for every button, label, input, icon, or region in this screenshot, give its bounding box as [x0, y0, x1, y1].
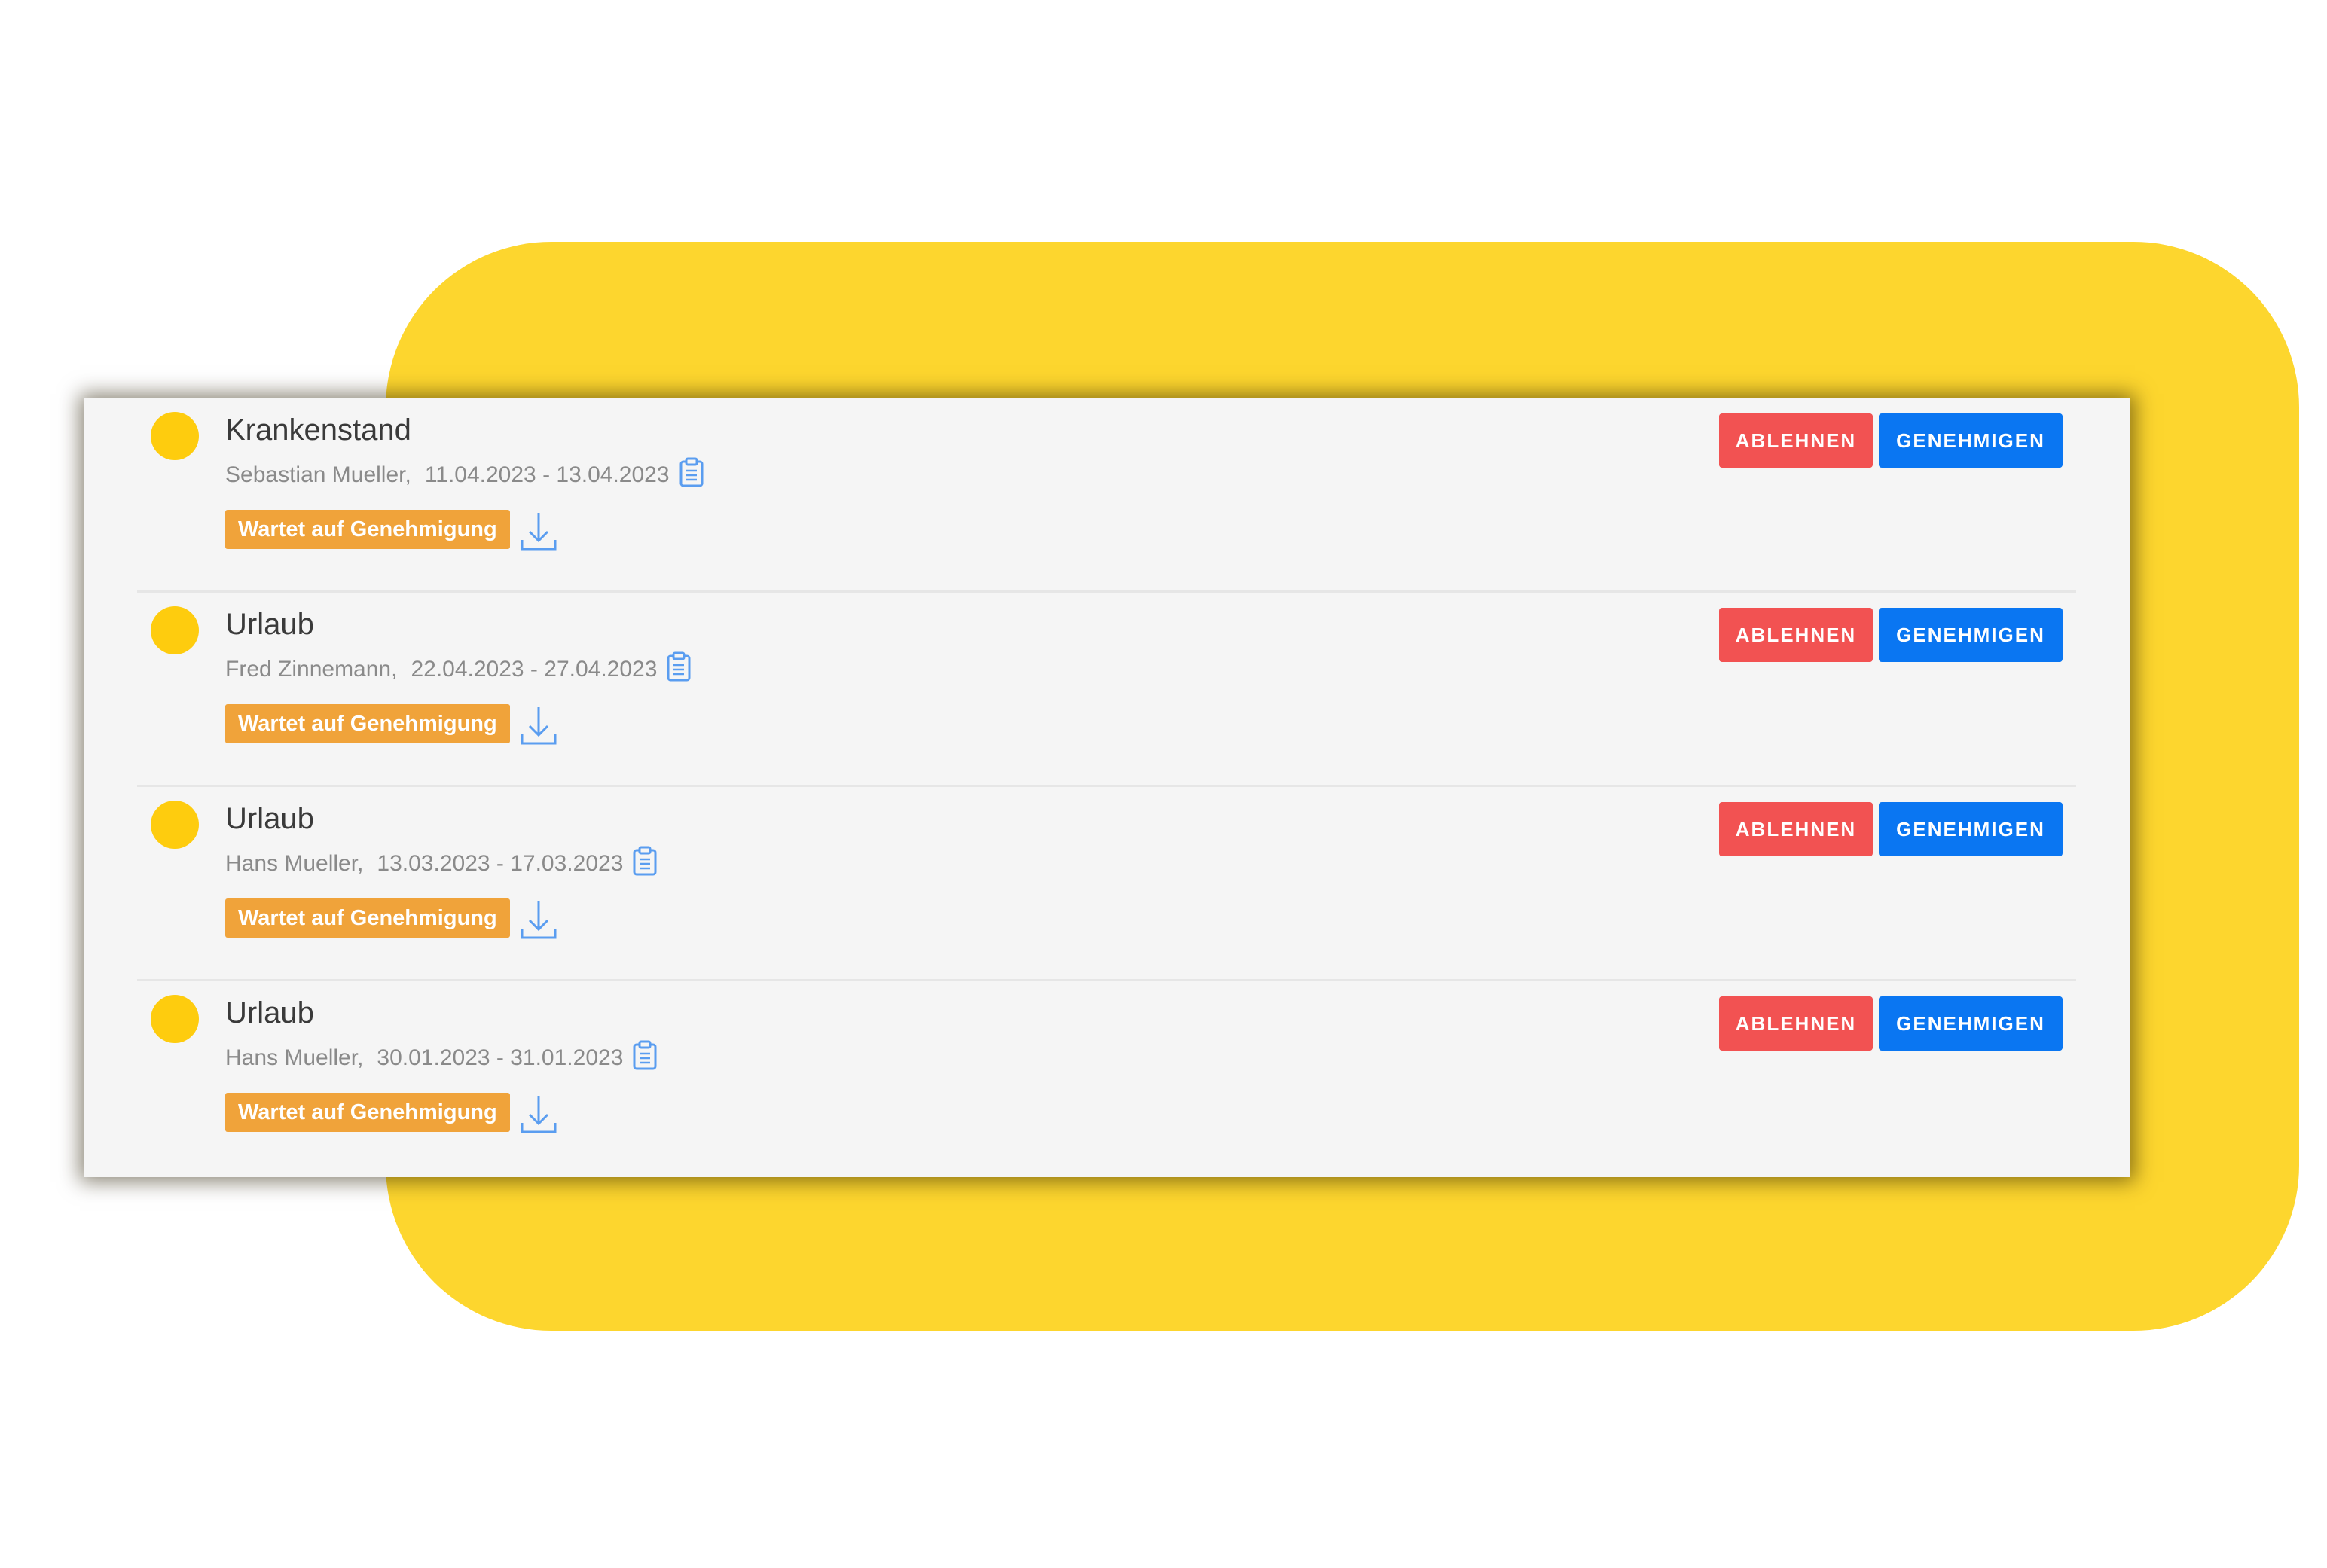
request-row: Urlaub Hans Mueller, 30.01.2023 - 31.01.… [137, 981, 2076, 1176]
clipboard-icon[interactable] [632, 1040, 658, 1070]
request-row: Krankenstand Sebastian Mueller, 11.04.20… [137, 398, 2076, 593]
download-icon[interactable] [520, 510, 557, 552]
clipboard-icon[interactable] [632, 846, 658, 876]
status-dot [151, 412, 199, 460]
request-type: Urlaub [225, 996, 314, 1030]
date-range: 30.01.2023 - 31.01.2023 [377, 1045, 624, 1070]
employee-name: Hans Mueller, [225, 851, 364, 876]
reject-button[interactable]: ABLEHNEN [1719, 413, 1873, 468]
reject-button[interactable]: ABLEHNEN [1719, 608, 1873, 662]
request-row: Urlaub Fred Zinnemann, 22.04.2023 - 27.0… [137, 593, 2076, 787]
approve-button[interactable]: GENEHMIGEN [1879, 996, 2063, 1051]
request-meta: Hans Mueller, 30.01.2023 - 31.01.2023 [225, 1040, 658, 1070]
approve-button[interactable]: GENEHMIGEN [1879, 413, 2063, 468]
download-icon[interactable] [520, 704, 557, 746]
request-row: Urlaub Hans Mueller, 13.03.2023 - 17.03.… [137, 787, 2076, 981]
status-badge: Wartet auf Genehmigung [225, 510, 510, 549]
download-icon[interactable] [520, 1093, 557, 1135]
date-range: 13.03.2023 - 17.03.2023 [377, 851, 624, 876]
stage: Krankenstand Sebastian Mueller, 11.04.20… [0, 0, 2327, 1568]
date-range: 11.04.2023 - 13.04.2023 [424, 462, 670, 487]
date-range: 22.04.2023 - 27.04.2023 [411, 657, 658, 682]
clipboard-icon[interactable] [679, 457, 704, 487]
request-type: Urlaub [225, 802, 314, 835]
request-type: Krankenstand [225, 413, 411, 447]
clipboard-icon[interactable] [666, 651, 692, 682]
status-dot [151, 995, 199, 1043]
reject-button[interactable]: ABLEHNEN [1719, 996, 1873, 1051]
status-badge: Wartet auf Genehmigung [225, 898, 510, 938]
employee-name: Hans Mueller, [225, 1045, 364, 1070]
reject-button[interactable]: ABLEHNEN [1719, 802, 1873, 856]
request-type: Urlaub [225, 608, 314, 641]
approve-button[interactable]: GENEHMIGEN [1879, 608, 2063, 662]
download-icon[interactable] [520, 898, 557, 941]
request-meta: Fred Zinnemann, 22.04.2023 - 27.04.2023 [225, 651, 692, 682]
approval-list-panel: Krankenstand Sebastian Mueller, 11.04.20… [84, 398, 2130, 1177]
approve-button[interactable]: GENEHMIGEN [1879, 802, 2063, 856]
request-meta: Sebastian Mueller, 11.04.2023 - 13.04.20… [225, 457, 704, 487]
status-badge: Wartet auf Genehmigung [225, 704, 510, 743]
employee-name: Fred Zinnemann, [225, 657, 398, 682]
status-dot [151, 801, 199, 849]
employee-name: Sebastian Mueller, [225, 462, 411, 487]
request-meta: Hans Mueller, 13.03.2023 - 17.03.2023 [225, 846, 658, 876]
status-badge: Wartet auf Genehmigung [225, 1093, 510, 1132]
status-dot [151, 606, 199, 654]
